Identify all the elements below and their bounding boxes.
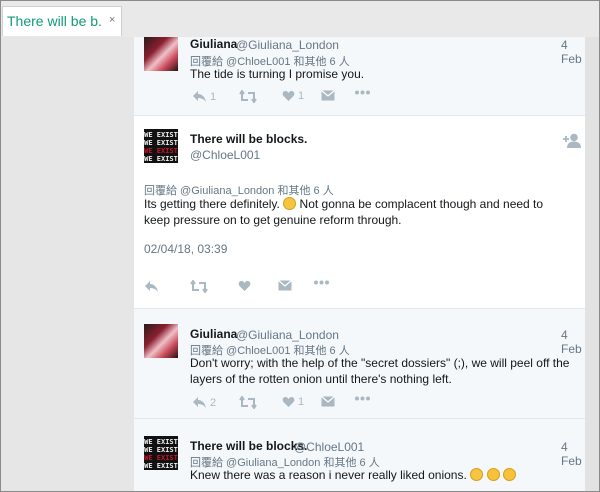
tab-title: There will be b... [7, 13, 103, 29]
tweet[interactable]: Giuliana @Giuliana_London 4 Feb 回覆給 @Chl… [134, 309, 585, 419]
more-icon [355, 90, 370, 95]
author-name[interactable]: Giuliana [190, 37, 237, 51]
tweet-date[interactable]: 4 Feb [561, 440, 585, 468]
tweet-text: The tide is turning I promise you. [190, 67, 365, 81]
more-button[interactable] [355, 396, 370, 401]
follow-user-icon [563, 133, 581, 148]
envelope-icon [321, 90, 335, 101]
reply-icon [193, 397, 206, 408]
tweet-timestamp[interactable]: 02/04/18, 03:39 [144, 242, 227, 256]
avatar[interactable] [144, 37, 178, 71]
retweet-icon [239, 396, 257, 409]
heart-icon [238, 280, 251, 291]
tweet-text: Knew there was a reason i never really l… [190, 467, 585, 483]
heart-icon [282, 396, 295, 407]
retweet-icon [190, 280, 208, 293]
tweet[interactable]: WE EXIST WE EXIST WE EXIST WE EXIST Ther… [134, 419, 585, 491]
reply-button[interactable] [144, 280, 159, 293]
heart-icon [282, 90, 295, 101]
retweet-icon [239, 90, 257, 103]
author-handle[interactable]: @ChloeL001 [190, 148, 260, 162]
more-icon [314, 280, 329, 285]
avatar-text: WE EXIST [144, 446, 178, 454]
like-button[interactable]: 1 [282, 396, 304, 408]
tweet-text: Its getting there definitely. Not gonna … [144, 196, 569, 228]
avatar-text: WE EXIST [144, 147, 178, 155]
tweet-actions [144, 280, 364, 296]
tab-strip: There will be b... × [1, 1, 599, 37]
author-name[interactable]: There will be blocks. [190, 132, 307, 146]
rolling-laughing-emoji-icon [486, 468, 500, 481]
more-icon [355, 396, 370, 401]
avatar-text: WE EXIST [144, 131, 178, 139]
author-handle[interactable]: @ChloeL001 [294, 440, 364, 454]
envelope-icon [278, 280, 292, 291]
tweet-date[interactable]: 4 Feb [561, 328, 585, 356]
left-gutter [1, 37, 134, 491]
tweet-focused[interactable]: WE EXIST WE EXIST WE EXIST WE EXIST Ther… [134, 116, 585, 309]
author-handle[interactable]: @Giuliana_London [236, 328, 339, 342]
dm-button[interactable] [321, 396, 335, 407]
scrollbar-track[interactable] [585, 37, 599, 491]
tweet-date[interactable]: 4 Feb [561, 38, 585, 66]
envelope-icon [321, 396, 335, 407]
reply-count: 1 [210, 90, 217, 103]
retweet-button[interactable] [239, 396, 257, 409]
tab-conversation[interactable]: There will be b... × [2, 6, 122, 36]
avatar-text: WE EXIST [144, 454, 178, 462]
reply-icon [145, 281, 158, 292]
rolling-laughing-emoji-icon [502, 468, 516, 481]
avatar-text: WE EXIST [144, 438, 178, 446]
avatar-text: WE EXIST [144, 139, 178, 147]
follow-button[interactable] [562, 133, 582, 148]
avatar-text: WE EXIST [144, 462, 178, 470]
tweet-text-part: Knew there was a reason i never really l… [190, 468, 467, 482]
more-button[interactable] [314, 280, 329, 285]
author-name[interactable]: There will be blocks. [190, 439, 307, 453]
like-count: 1 [298, 90, 305, 102]
like-button[interactable] [238, 280, 251, 292]
like-button[interactable]: 1 [282, 90, 304, 102]
reply-button[interactable]: 2 [192, 396, 216, 409]
tweet-actions: 1 1 [192, 90, 392, 106]
avatar[interactable]: WE EXIST WE EXIST WE EXIST WE EXIST [144, 436, 178, 470]
like-count: 1 [298, 396, 305, 408]
avatar-text: WE EXIST [144, 155, 178, 163]
reply-button[interactable]: 1 [192, 90, 216, 103]
avatar[interactable] [144, 324, 178, 358]
reply-count: 2 [210, 396, 217, 409]
retweet-button[interactable] [190, 280, 208, 293]
tweet-text: Don't worry; with the help of the "secre… [190, 356, 570, 386]
tweet[interactable]: Giuliana @Giuliana_London 4 Feb 回覆給 @Chl… [134, 37, 585, 116]
conversation-timeline: Giuliana @Giuliana_London 4 Feb 回覆給 @Chl… [134, 37, 585, 491]
smiling-face-emoji-icon [283, 197, 297, 210]
more-button[interactable] [355, 90, 370, 95]
reply-icon [193, 91, 206, 102]
retweet-button[interactable] [239, 90, 257, 103]
author-name[interactable]: Giuliana [190, 327, 237, 341]
dm-button[interactable] [321, 90, 335, 101]
tweet-text-part: Its getting there definitely. [144, 197, 280, 211]
avatar[interactable]: WE EXIST WE EXIST WE EXIST WE EXIST [144, 129, 178, 163]
dm-button[interactable] [278, 280, 292, 291]
tweet-actions: 2 1 [192, 396, 392, 412]
tab-close-icon[interactable]: × [109, 14, 115, 26]
author-handle[interactable]: @Giuliana_London [236, 38, 339, 52]
smiling-face-emoji-icon [470, 468, 484, 481]
